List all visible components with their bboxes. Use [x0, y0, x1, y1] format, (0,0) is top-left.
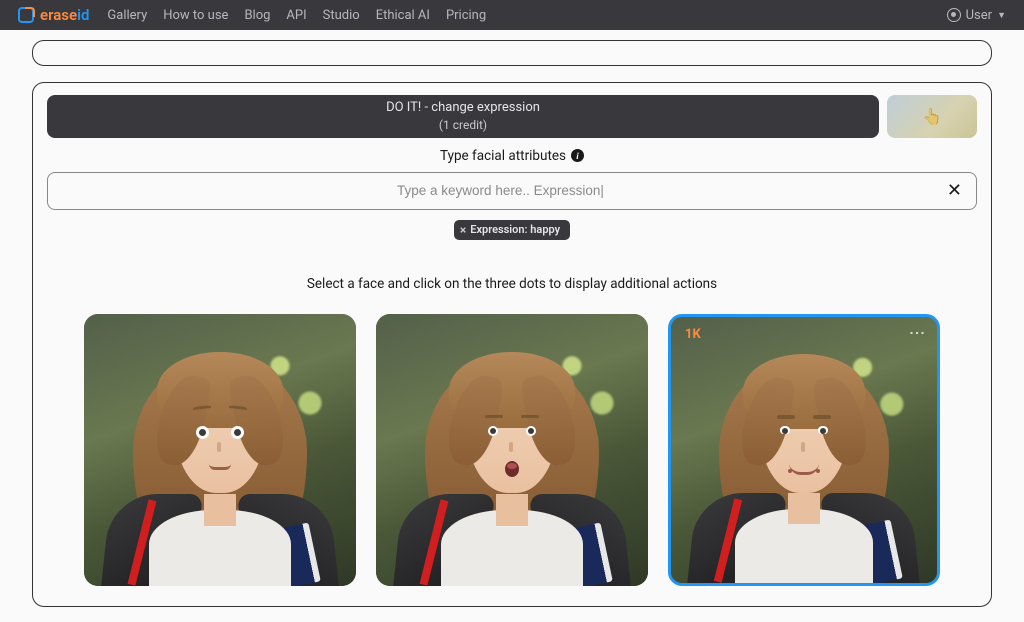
info-icon[interactable]: i: [571, 149, 584, 162]
brand-logo[interactable]: eraseid: [18, 6, 89, 24]
chip-remove-icon[interactable]: ×: [460, 223, 466, 237]
face-card[interactable]: [84, 314, 356, 586]
nav-link-pricing[interactable]: Pricing: [446, 8, 486, 23]
face-card[interactable]: [376, 314, 648, 586]
nav-link-blog[interactable]: Blog: [244, 8, 270, 23]
face-illustration: [671, 317, 937, 583]
resolution-badge: 1K: [685, 327, 701, 342]
nav-link-ethicalai[interactable]: Ethical AI: [376, 8, 430, 23]
nav-link-gallery[interactable]: Gallery: [107, 8, 147, 23]
nav-link-studio[interactable]: Studio: [323, 8, 360, 23]
user-icon: [947, 8, 961, 22]
logo-icon: [18, 7, 34, 23]
expression-panel: DO IT! - change expression (1 credit) 👆 …: [32, 82, 992, 607]
face-cards-row: 1K ⋮: [47, 314, 977, 586]
brand-part1: erase: [40, 6, 77, 24]
chip-label: Expression: happy: [470, 223, 560, 236]
card-more-icon[interactable]: ⋮: [908, 325, 927, 340]
top-navbar: eraseid Gallery How to use Blog API Stud…: [0, 0, 1024, 30]
previous-panel-sliver: [32, 40, 992, 66]
pointing-hand-icon: 👆: [922, 107, 942, 126]
attributes-input[interactable]: [58, 183, 943, 198]
attributes-label-row: Type facial attributes i: [47, 148, 977, 164]
hand-gesture-button[interactable]: 👆: [887, 95, 977, 138]
attributes-label: Type facial attributes: [440, 148, 566, 164]
chip-row: × Expression: happy: [47, 220, 977, 240]
clear-input-button[interactable]: ✕: [943, 180, 966, 201]
do-it-label: DO IT! - change expression: [47, 99, 879, 117]
nav-links: Gallery How to use Blog API Studio Ethic…: [107, 8, 486, 23]
face-illustration: [376, 314, 648, 586]
instruction-text: Select a face and click on the three dot…: [47, 276, 977, 292]
chevron-down-icon: ▼: [997, 10, 1006, 21]
user-menu[interactable]: User ▼: [947, 8, 1006, 23]
do-it-button[interactable]: DO IT! - change expression (1 credit): [47, 95, 879, 138]
nav-link-api[interactable]: API: [286, 8, 306, 23]
face-card-selected[interactable]: 1K ⋮: [668, 314, 940, 586]
brand-part2: id: [77, 6, 89, 24]
attributes-input-row: ✕: [47, 172, 977, 210]
action-row: DO IT! - change expression (1 credit) 👆: [47, 95, 977, 138]
face-illustration: [84, 314, 356, 586]
navbar-left: eraseid Gallery How to use Blog API Stud…: [18, 6, 486, 24]
user-label: User: [966, 8, 992, 23]
nav-link-howtouse[interactable]: How to use: [163, 8, 228, 23]
do-it-credit: (1 credit): [47, 117, 879, 134]
content-area: DO IT! - change expression (1 credit) 👆 …: [0, 30, 1024, 617]
expression-chip[interactable]: × Expression: happy: [454, 220, 570, 240]
